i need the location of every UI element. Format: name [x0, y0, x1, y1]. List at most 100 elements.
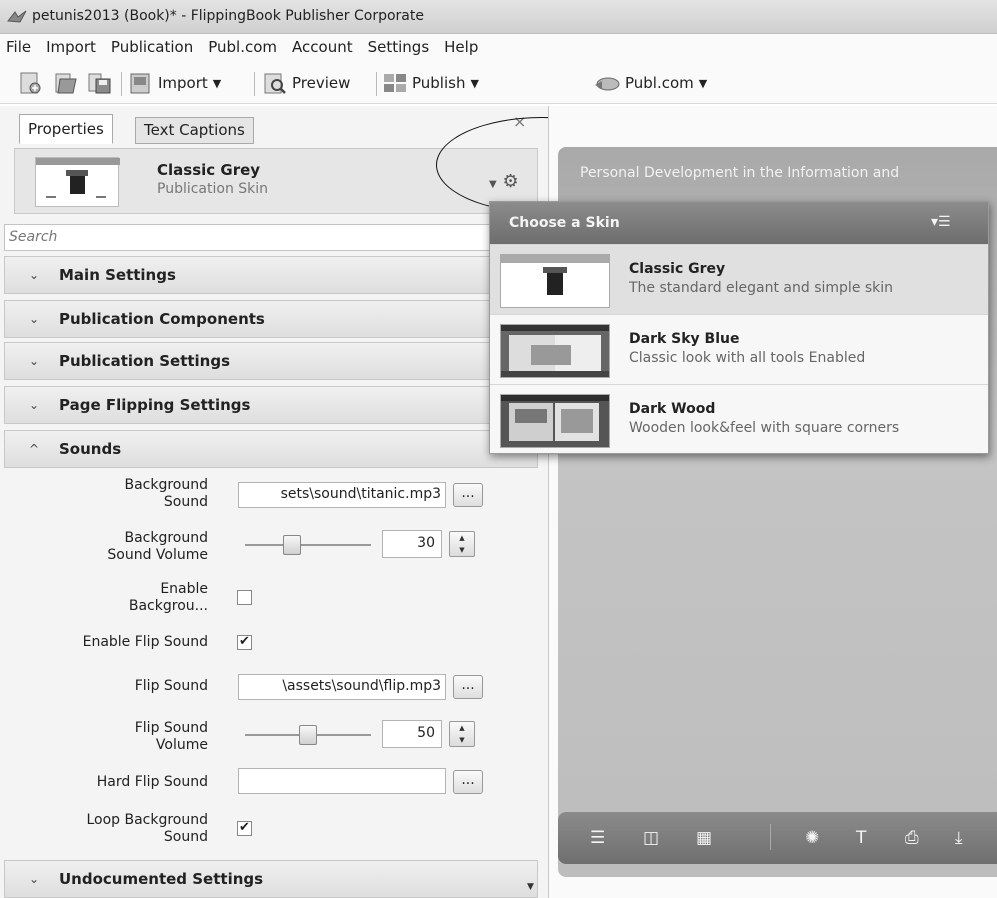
chevron-down-icon: ⌄ [29, 268, 40, 282]
browse-hard-flip-sound-button[interactable]: ... [453, 770, 483, 794]
skin-option-description: Wooden look&feel with square corners [629, 420, 900, 436]
single-page-icon[interactable]: ◫ [643, 828, 659, 848]
menu-publication[interactable]: Publication [111, 38, 193, 56]
loop-background-sound-checkbox[interactable]: ✔ [237, 821, 252, 836]
menu-account[interactable]: Account [292, 38, 353, 56]
menu-help[interactable]: Help [444, 38, 478, 56]
print-icon[interactable]: ⎙ [905, 828, 919, 848]
chevron-down-icon: ▼ [698, 76, 708, 90]
thumbnails-icon[interactable]: ▦ [696, 828, 712, 848]
loop-background-sound-label: Loop Background Sound [86, 812, 208, 845]
enable-flip-sound-checkbox[interactable]: ✔ [237, 635, 252, 650]
background-volume-spinner[interactable]: ▲ ▼ [449, 531, 475, 557]
new-project-icon [20, 72, 41, 94]
flip-sound-label: Flip Sound [134, 678, 208, 694]
preview-label: Preview [292, 74, 351, 92]
enable-background-sound-checkbox[interactable] [237, 590, 252, 605]
table-of-contents-icon[interactable]: ☰ [590, 828, 605, 848]
flip-sound-input[interactable]: \assets\sound\flip.mp3 [238, 674, 446, 700]
background-volume-slider-thumb[interactable] [282, 535, 301, 555]
skin-chooser-dropdown: Choose a Skin ▾☰ Classic Grey The standa… [489, 201, 989, 454]
publish-button[interactable]: Publish ▼ [382, 70, 479, 96]
skin-name: Classic Grey [157, 161, 261, 179]
skin-option-name: Dark Sky Blue [629, 331, 740, 347]
menu-file[interactable]: File [6, 38, 31, 56]
skin-option-dark-wood[interactable]: Dark Wood Wooden look&feel with square c… [490, 384, 988, 454]
scroll-down-arrow[interactable]: ▼ [527, 882, 534, 892]
section-undocumented-settings[interactable]: ⌄ Undocumented Settings [4, 860, 538, 898]
section-label: Main Settings [59, 266, 176, 284]
skin-option-classic-grey[interactable]: Classic Grey The standard elegant and si… [490, 244, 988, 314]
publish-label: Publish [412, 74, 466, 92]
dark-wood-thumbnail [500, 394, 610, 448]
toolbar-separator [254, 72, 255, 96]
classic-grey-thumbnail [500, 254, 610, 308]
enable-background-sound-label: Enable Backgrou... [128, 581, 208, 614]
background-volume-slider[interactable] [245, 544, 371, 546]
chevron-down-icon: ⌄ [29, 398, 40, 412]
section-publication-components[interactable]: ⌄ Publication Components [4, 300, 538, 338]
text-icon[interactable]: T [856, 828, 866, 848]
skin-option-name: Dark Wood [629, 401, 716, 417]
skin-option-description: Classic look with all tools Enabled [629, 350, 866, 366]
menu-import[interactable]: Import [46, 38, 96, 56]
browse-flip-sound-button[interactable]: ... [453, 675, 483, 699]
preview-button[interactable]: Preview [262, 70, 350, 96]
section-publication-settings[interactable]: ⌄ Publication Settings [4, 342, 538, 380]
browse-background-sound-button[interactable]: ... [453, 483, 483, 507]
share-icon[interactable]: ✺ [805, 828, 819, 848]
new-project-button[interactable] [18, 70, 44, 96]
section-label: Sounds [59, 440, 122, 458]
import-button[interactable]: Import ▼ [128, 70, 221, 96]
window-title: petunis2013 (Book)* - FlippingBook Publi… [32, 8, 424, 24]
flip-volume-input[interactable]: 50 [382, 720, 442, 748]
download-icon[interactable]: ⤓ [955, 828, 963, 848]
flip-volume-slider-thumb[interactable] [299, 725, 317, 745]
save-icon [88, 73, 111, 94]
section-label: Publication Settings [59, 352, 231, 370]
tab-properties[interactable]: Properties [19, 114, 113, 144]
section-label: Undocumented Settings [59, 870, 264, 888]
toolbar-separator [376, 72, 377, 96]
skin-option-dark-sky-blue[interactable]: Dark Sky Blue Classic look with all tool… [490, 314, 988, 384]
skin-chooser-title: Choose a Skin [509, 215, 620, 231]
section-label: Publication Components [59, 310, 265, 328]
menu-bar: File Import Publication Publ.com Account… [0, 34, 997, 60]
hard-flip-sound-label: Hard Flip Sound [96, 774, 208, 790]
menu-publcom[interactable]: Publ.com [208, 38, 277, 56]
hard-flip-sound-input[interactable] [238, 768, 446, 794]
preview-bottom-toolbar [558, 812, 997, 864]
skin-option-description: The standard elegant and simple skin [629, 280, 894, 296]
title-bar: petunis2013 (Book)* - FlippingBook Publi… [0, 0, 997, 34]
publcom-button[interactable]: Publ.com ▼ [591, 70, 707, 96]
enable-flip-sound-label: Enable Flip Sound [82, 634, 208, 650]
import-icon [130, 73, 150, 94]
skin-subtitle: Publication Skin [157, 181, 269, 197]
section-page-flipping-settings[interactable]: ⌄ Page Flipping Settings [4, 386, 538, 424]
background-volume-label: Background Sound Volume [107, 530, 208, 563]
menu-settings[interactable]: Settings [368, 38, 430, 56]
search-input[interactable]: Search [4, 224, 548, 251]
import-label: Import [158, 74, 208, 92]
cloud-icon [595, 77, 620, 91]
background-volume-input[interactable]: 30 [382, 530, 442, 558]
publication-title: Personal Development in the Information … [580, 165, 900, 181]
tab-text-captions[interactable]: Text Captions [135, 117, 254, 144]
chevron-down-icon: ▼ [470, 76, 479, 90]
flip-volume-spinner[interactable]: ▲ ▼ [449, 721, 475, 747]
background-sound-input[interactable]: sets\sound\titanic.mp3 [238, 482, 446, 508]
open-project-button[interactable] [52, 70, 78, 96]
menu-icon[interactable]: ▾☰ [931, 214, 951, 230]
toolbar: Import ▼ Preview Publish ▼ Publ.com ▼ [0, 60, 997, 104]
section-sounds[interactable]: ^ Sounds [4, 430, 538, 468]
flip-volume-label: Flip Sound Volume [134, 720, 208, 753]
save-project-button[interactable] [86, 70, 112, 96]
background-sound-label: Background Sound [124, 477, 208, 510]
section-label: Page Flipping Settings [59, 396, 251, 414]
dark-sky-blue-thumbnail [500, 324, 610, 378]
publish-icon [384, 74, 406, 92]
chevron-down-icon: ⌄ [29, 354, 40, 368]
skin-option-name: Classic Grey [629, 261, 726, 277]
section-main-settings[interactable]: ⌄ Main Settings [4, 256, 538, 294]
publcom-label: Publ.com [625, 74, 694, 92]
